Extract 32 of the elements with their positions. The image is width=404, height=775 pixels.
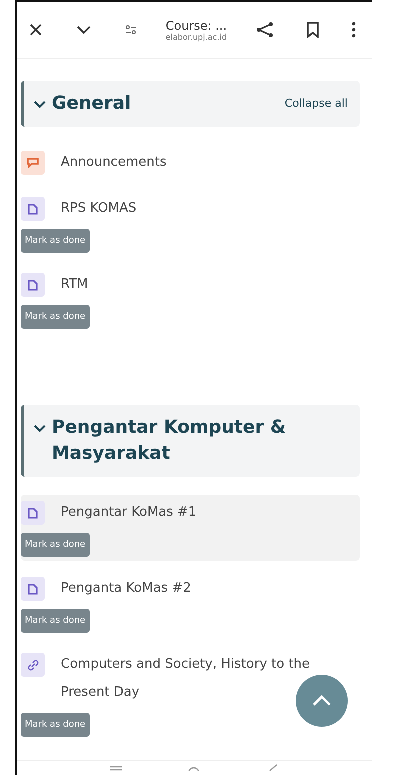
- chat-icon: [27, 158, 39, 168]
- scroll-to-top-button[interactable]: [296, 675, 348, 727]
- collapse-all-link[interactable]: Collapse all: [284, 97, 348, 110]
- activity-link[interactable]: RPS KOMAS: [61, 195, 137, 223]
- section-header[interactable]: General Collapse all: [21, 81, 360, 127]
- page-title: Course: ...: [166, 18, 228, 32]
- section-title: Pengantar Komputer & Masyarakat: [52, 416, 288, 466]
- link-icon: [28, 660, 38, 670]
- activity-link[interactable]: Computers and Society, History to the Present Day: [61, 651, 360, 707]
- more-vertical-icon: [352, 22, 356, 38]
- chevron-up-icon: [312, 695, 332, 707]
- section-header[interactable]: Pengantar Komputer & Masyarakat: [21, 405, 360, 477]
- mark-as-done-button[interactable]: Mark as done: [21, 229, 90, 253]
- chevron-down-icon: [76, 25, 92, 35]
- activity-link[interactable]: Pengantar KoMas #1: [61, 499, 197, 527]
- activity-link[interactable]: RTM: [61, 271, 88, 299]
- section-title: General: [52, 92, 132, 116]
- document-icon: [28, 204, 38, 214]
- mark-as-done-button[interactable]: Mark as done: [21, 713, 90, 737]
- bookmark-icon: [306, 22, 319, 38]
- close-icon: [29, 23, 43, 37]
- mark-as-done-button[interactable]: Mark as done: [21, 609, 90, 633]
- page-url: elabor.upj.ac.id: [166, 32, 228, 42]
- activity-link[interactable]: Penganta KoMas #2: [61, 575, 192, 603]
- document-icon: [28, 584, 38, 594]
- mark-as-done-button[interactable]: Mark as done: [21, 305, 90, 329]
- document-icon: [28, 508, 38, 518]
- activity-link[interactable]: Announcements: [61, 149, 167, 177]
- share-icon: [256, 22, 274, 38]
- document-icon: [28, 280, 38, 290]
- sliders-icon: [124, 25, 137, 35]
- mark-as-done-button[interactable]: Mark as done: [21, 533, 90, 557]
